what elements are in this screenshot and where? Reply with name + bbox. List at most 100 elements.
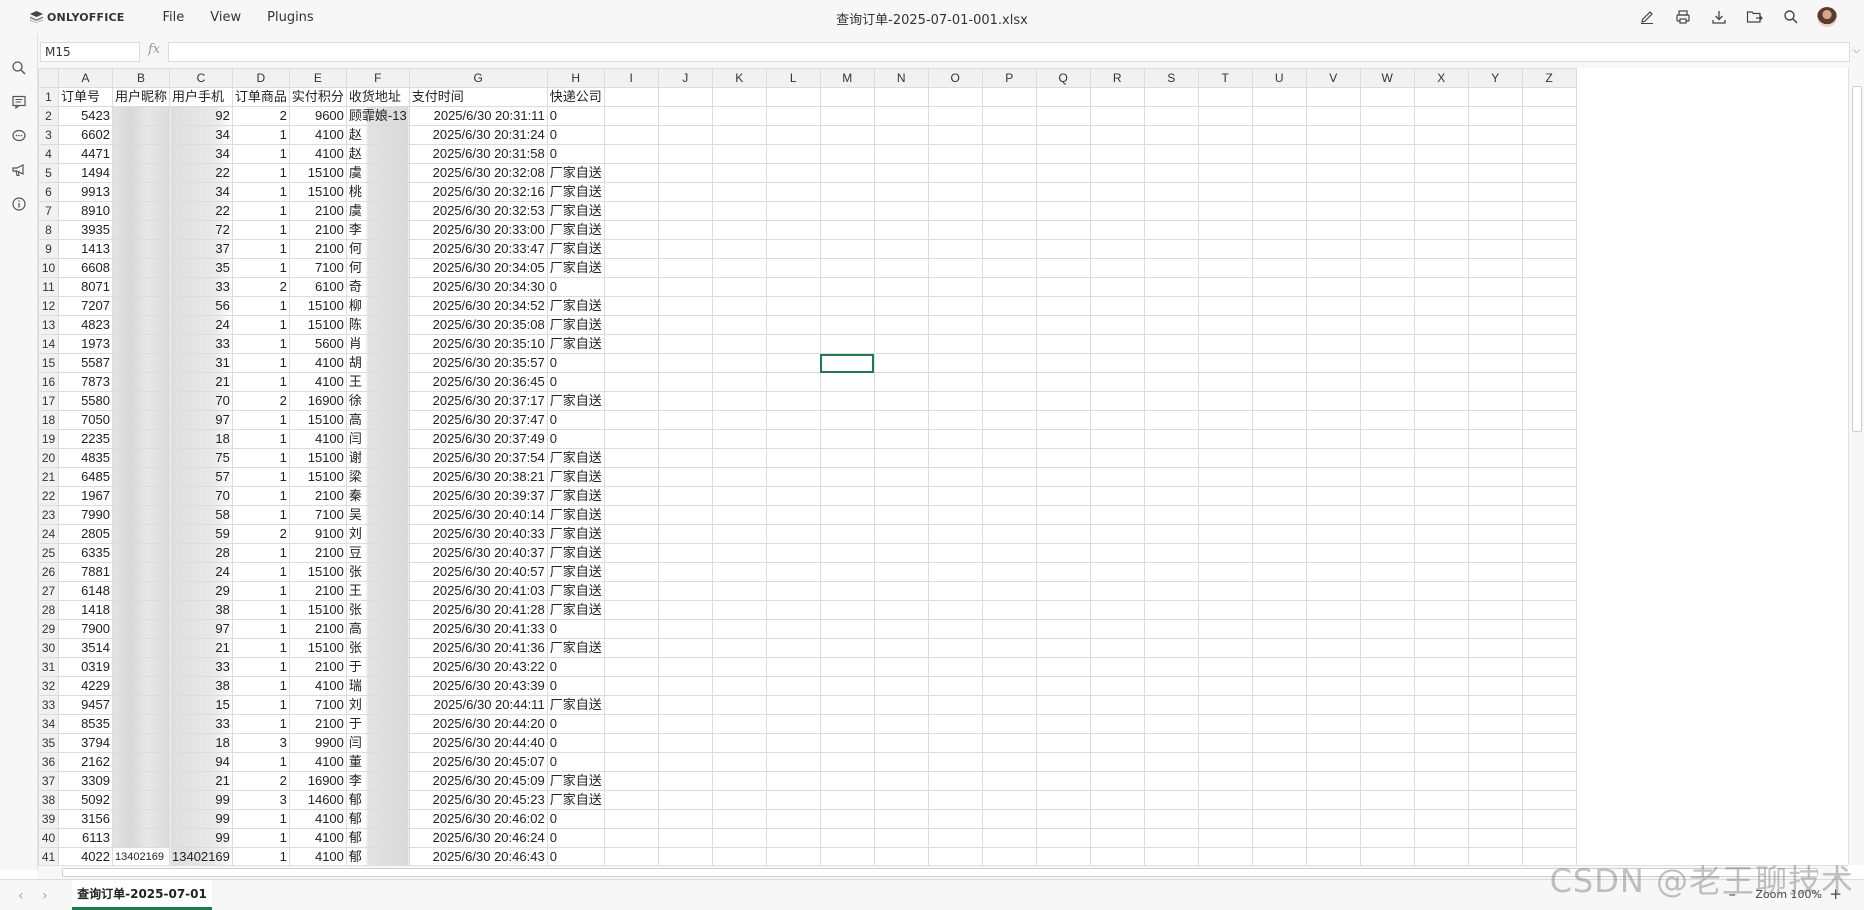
row-header[interactable]: 2 [38,106,59,126]
cell-k33[interactable] [711,695,767,715]
cell-e32[interactable]: 4100 [288,676,347,696]
cell-z5[interactable] [1521,163,1577,183]
cell-q33[interactable] [1035,695,1091,715]
next-sheet-chevron-right-icon[interactable]: › [42,888,48,904]
cell-n39[interactable] [873,809,929,829]
cell-k7[interactable] [711,201,767,221]
cell-u34[interactable] [1251,714,1307,734]
cell-n34[interactable] [873,714,929,734]
cell-c23[interactable]: 58 [169,505,233,525]
cell-b32[interactable] [111,676,171,696]
cell-j23[interactable] [657,505,713,525]
cell-s41[interactable] [1143,847,1199,865]
cell-g25[interactable]: 2025/6/30 20:40:37 [408,543,548,563]
cell-u22[interactable] [1251,486,1307,506]
cell-h6[interactable]: 厂家自送 [546,182,605,202]
cell-r37[interactable] [1089,771,1145,791]
cell-i39[interactable] [603,809,659,829]
cell-j28[interactable] [657,600,713,620]
cell-x23[interactable] [1413,505,1469,525]
cell-e2[interactable]: 9600 [288,106,347,126]
cell-t5[interactable] [1197,163,1253,183]
cell-r39[interactable] [1089,809,1145,829]
cell-c30[interactable]: 21 [169,638,233,658]
cell-k17[interactable] [711,391,767,411]
row-header[interactable]: 15 [38,353,59,373]
cell-e5[interactable]: 15100 [288,163,347,183]
cell-s12[interactable] [1143,296,1199,316]
cell-o1[interactable] [927,87,983,107]
cell-h31[interactable]: 0 [546,657,605,677]
cell-m29[interactable] [819,619,875,639]
cell-d32[interactable]: 1 [231,676,290,696]
cell-u27[interactable] [1251,581,1307,601]
cell-m33[interactable] [819,695,875,715]
row-header[interactable]: 23 [38,505,59,525]
cell-t15[interactable] [1197,353,1253,373]
cell-u5[interactable] [1251,163,1307,183]
cell-q9[interactable] [1035,239,1091,259]
cell-s9[interactable] [1143,239,1199,259]
cell-l15[interactable] [765,353,821,373]
cell-z22[interactable] [1521,486,1577,506]
cell-g24[interactable]: 2025/6/30 20:40:33 [408,524,548,544]
cell-n32[interactable] [873,676,929,696]
cell-j19[interactable] [657,429,713,449]
cell-o5[interactable] [927,163,983,183]
cell-o14[interactable] [927,334,983,354]
cell-f31[interactable]: 于 [345,657,410,677]
cell-r36[interactable] [1089,752,1145,772]
cell-s5[interactable] [1143,163,1199,183]
cell-s1[interactable] [1143,87,1199,107]
cell-g15[interactable]: 2025/6/30 20:35:57 [408,353,548,373]
cell-h26[interactable]: 厂家自送 [546,562,605,582]
cell-m41[interactable] [819,847,875,865]
cell-x14[interactable] [1413,334,1469,354]
cell-a26[interactable]: 7881 [58,562,113,582]
cell-t23[interactable] [1197,505,1253,525]
cell-z20[interactable] [1521,448,1577,468]
cell-i19[interactable] [603,429,659,449]
cell-p19[interactable] [981,429,1037,449]
cell-p40[interactable] [981,828,1037,848]
cell-d14[interactable]: 1 [231,334,290,354]
cell-z36[interactable] [1521,752,1577,772]
cell-n37[interactable] [873,771,929,791]
cell-u26[interactable] [1251,562,1307,582]
cell-x8[interactable] [1413,220,1469,240]
cell-w40[interactable] [1359,828,1415,848]
cell-h21[interactable]: 厂家自送 [546,467,605,487]
cell-m15[interactable] [819,353,875,373]
cell-l13[interactable] [765,315,821,335]
cell-z16[interactable] [1521,372,1577,392]
cell-s19[interactable] [1143,429,1199,449]
cell-v15[interactable] [1305,353,1361,373]
cell-l17[interactable] [765,391,821,411]
cell-x1[interactable] [1413,87,1469,107]
cell-t33[interactable] [1197,695,1253,715]
cell-a22[interactable]: 1967 [58,486,113,506]
cell-l6[interactable] [765,182,821,202]
cell-t37[interactable] [1197,771,1253,791]
cell-g17[interactable]: 2025/6/30 20:37:17 [408,391,548,411]
cell-m21[interactable] [819,467,875,487]
sheet-tab-active[interactable]: 查询订单-2025-07-01 [72,880,212,910]
cell-f32[interactable]: 瑞 [345,676,410,696]
cell-a12[interactable]: 7207 [58,296,113,316]
cell-b39[interactable] [111,809,171,829]
cell-x22[interactable] [1413,486,1469,506]
cell-a32[interactable]: 4229 [58,676,113,696]
cell-g32[interactable]: 2025/6/30 20:43:39 [408,676,548,696]
cell-s3[interactable] [1143,125,1199,145]
cell-a36[interactable]: 2162 [58,752,113,772]
cell-h19[interactable]: 0 [546,429,605,449]
cell-e37[interactable]: 16900 [288,771,347,791]
cell-j15[interactable] [657,353,713,373]
cell-h18[interactable]: 0 [546,410,605,430]
cell-l25[interactable] [765,543,821,563]
cell-z33[interactable] [1521,695,1577,715]
cell-e12[interactable]: 15100 [288,296,347,316]
cell-d38[interactable]: 3 [231,790,290,810]
cell-b20[interactable] [111,448,171,468]
cell-d13[interactable]: 1 [231,315,290,335]
